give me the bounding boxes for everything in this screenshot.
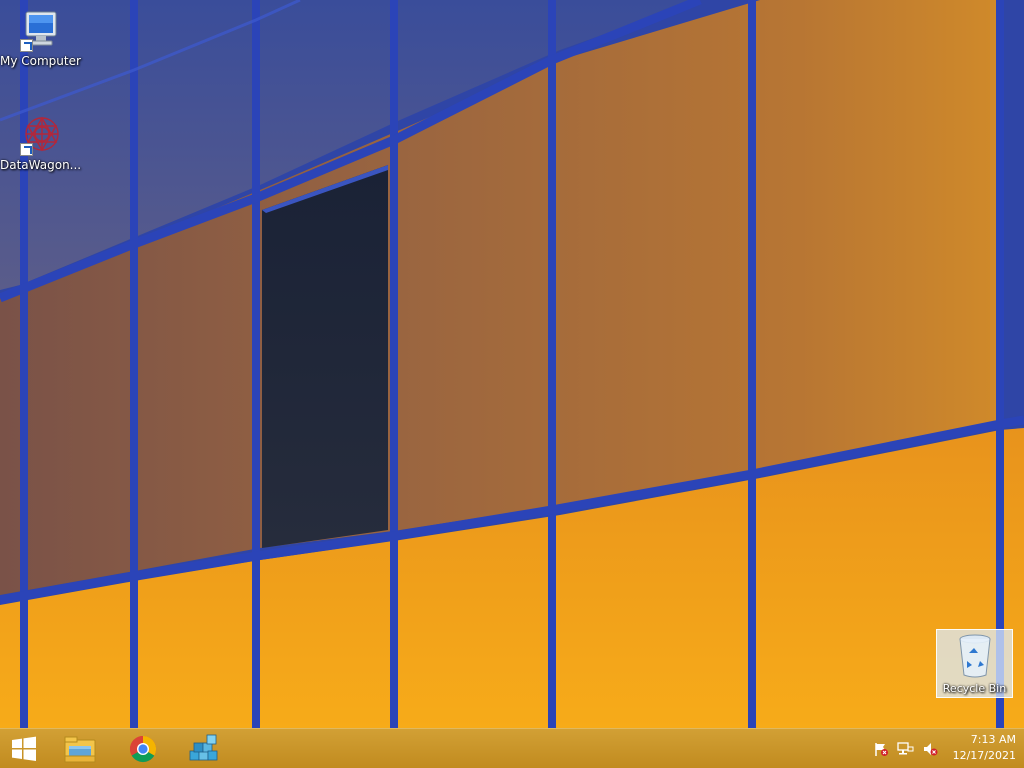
desktop-icon-my-computer[interactable]: My Computer	[0, 8, 81, 68]
system-tray	[870, 729, 942, 768]
taskbar-app-blocks[interactable]	[174, 729, 234, 768]
taskbar-chrome[interactable]	[113, 729, 173, 768]
shortcut-arrow-icon	[20, 143, 33, 156]
taskbar-clock[interactable]: 7:13 AM 12/17/2021	[946, 732, 1024, 764]
desktop-icon-recycle-bin[interactable]: Recycle Bin	[936, 629, 1013, 698]
file-explorer-icon	[64, 736, 96, 763]
shortcut-arrow-icon	[20, 39, 33, 52]
recycle-bin-label: Recycle Bin	[942, 682, 1007, 695]
desktop-icon-label: DataWagon...	[0, 158, 82, 172]
desktop-wallpaper	[0, 0, 1024, 728]
desktop-icon-label: My Computer	[0, 54, 81, 68]
action-center-flag-icon[interactable]	[870, 741, 892, 757]
datawagon-icon	[18, 112, 62, 156]
start-button[interactable]	[0, 729, 48, 768]
recycle-bin-icon	[959, 634, 990, 678]
windows-start-icon	[12, 736, 36, 761]
clock-date: 12/17/2021	[952, 749, 1016, 762]
computer-icon	[18, 8, 62, 52]
taskbar-file-explorer[interactable]	[50, 729, 110, 768]
volume-muted-icon[interactable]	[918, 741, 942, 757]
clock-time: 7:13 AM	[970, 733, 1016, 746]
taskbar: 7:13 AM 12/17/2021	[0, 728, 1024, 768]
desktop-icon-datawagon[interactable]: DataWagon...	[0, 112, 82, 172]
app-blocks-icon	[189, 734, 218, 761]
wallpaper-art	[0, 0, 1024, 728]
chrome-icon	[129, 735, 157, 763]
network-icon[interactable]	[892, 741, 918, 757]
